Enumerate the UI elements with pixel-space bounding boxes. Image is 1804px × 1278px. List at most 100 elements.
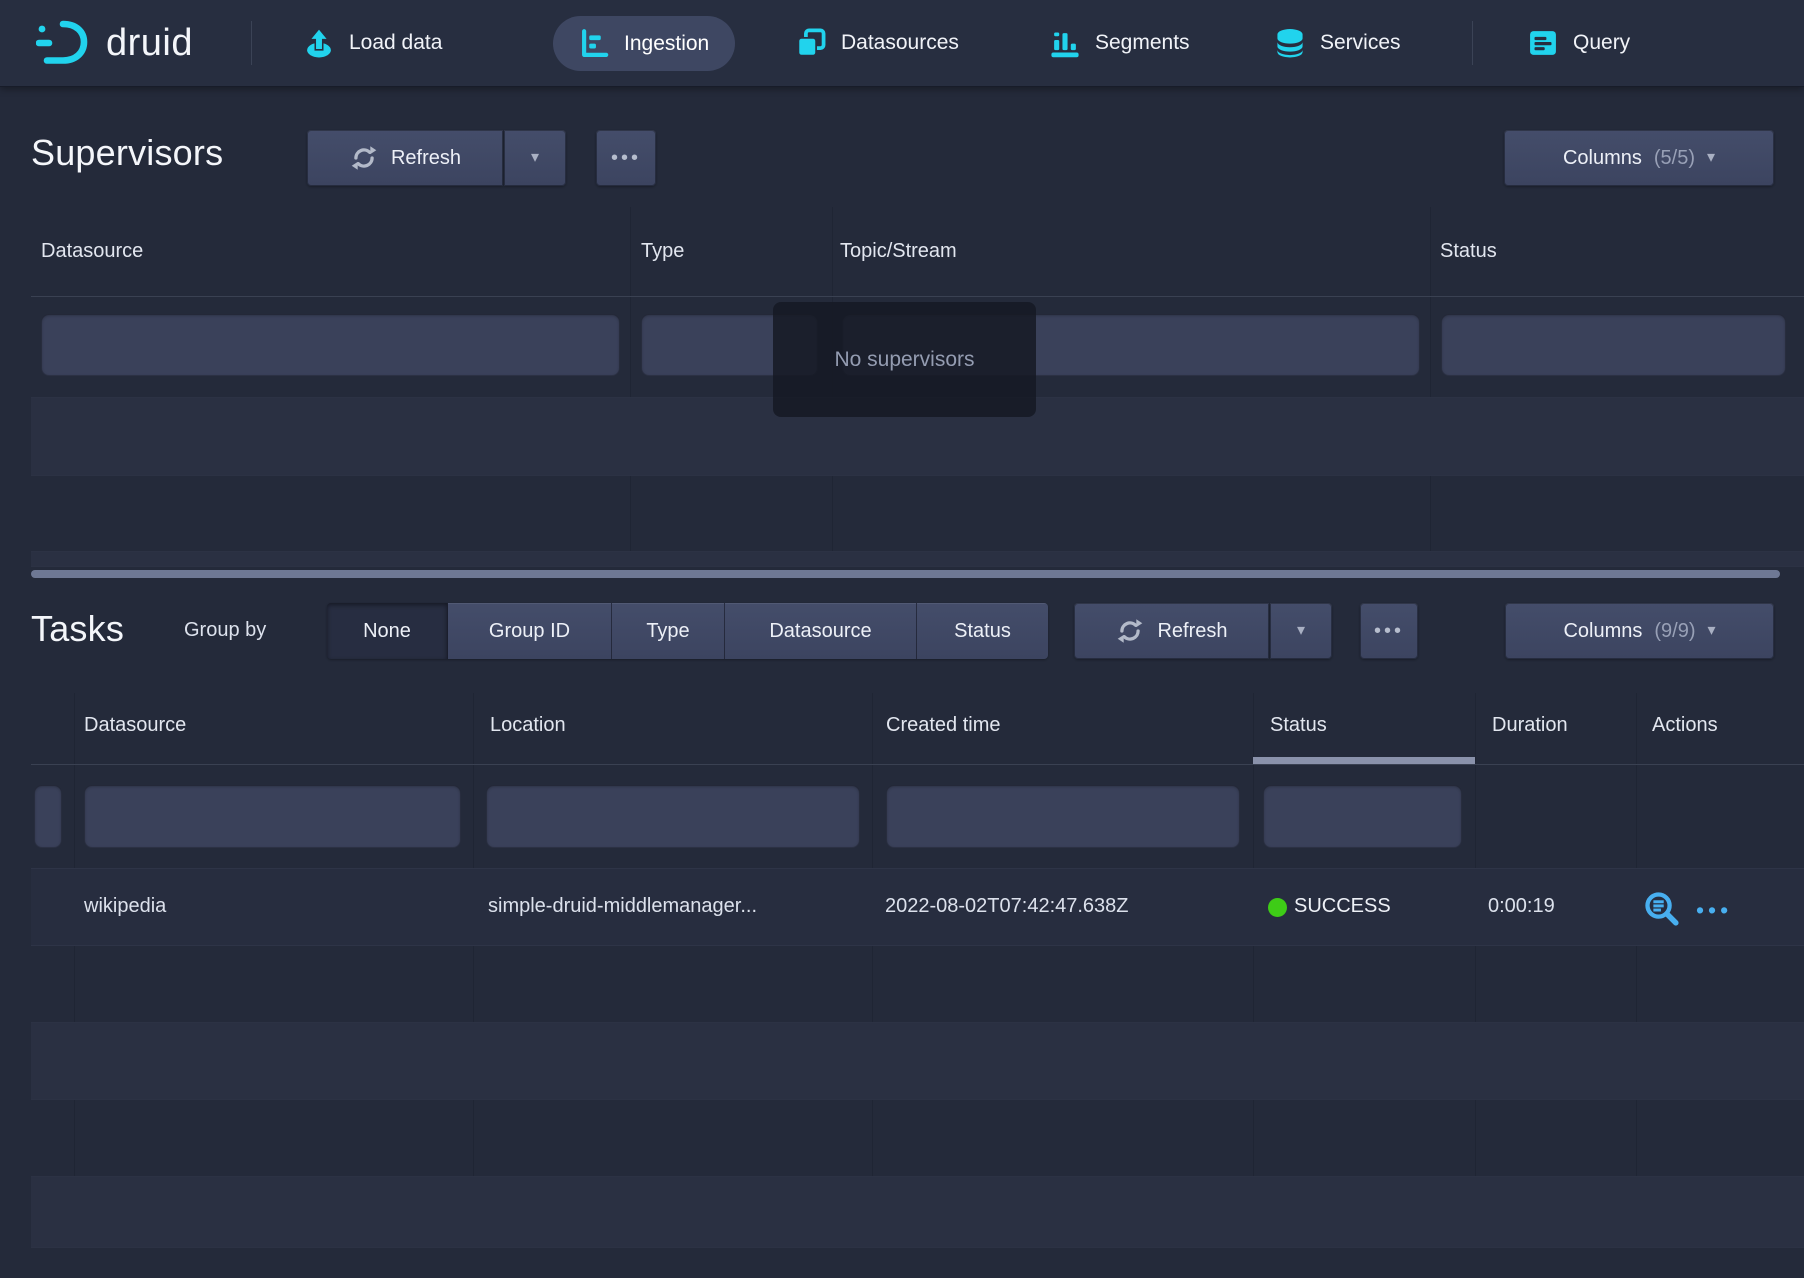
- row-border: [31, 566, 1804, 567]
- tasks-filter-created-time[interactable]: [886, 785, 1240, 848]
- group-by-option-label: Group ID: [489, 620, 570, 643]
- tasks-filter-status[interactable]: [1263, 785, 1462, 848]
- table-row: [31, 1023, 1804, 1099]
- nav-item-label: Ingestion: [624, 32, 709, 56]
- group-by-button-group: None Group ID Type Datasource Status: [327, 603, 1048, 659]
- group-by-option-label: Status: [954, 620, 1011, 643]
- bar-chart-icon: [1048, 26, 1082, 60]
- supervisors-filter-datasource[interactable]: [41, 314, 620, 376]
- druid-logo-icon: [36, 18, 94, 68]
- column-divider: [74, 693, 75, 1247]
- tasks-title: Tasks: [31, 608, 124, 650]
- tasks-filter-mini[interactable]: [34, 785, 62, 848]
- tasks-more-button[interactable]: •••: [1360, 603, 1418, 659]
- tasks-filter-datasource[interactable]: [84, 785, 461, 848]
- group-by-option-label: Type: [646, 620, 689, 643]
- group-by-none-button[interactable]: None: [327, 603, 448, 659]
- columns-label: Columns: [1563, 620, 1642, 643]
- nav-item-services[interactable]: Services: [1273, 0, 1401, 86]
- database-icon: [1273, 26, 1307, 60]
- chevron-down-icon: ▾: [531, 150, 539, 166]
- group-by-group-id-button[interactable]: Group ID: [448, 603, 612, 659]
- columns-count: (5/5): [1654, 147, 1695, 170]
- group-by-type-button[interactable]: Type: [612, 603, 725, 659]
- tasks-header-location[interactable]: Location: [490, 714, 566, 737]
- refresh-label: Refresh: [1157, 620, 1227, 643]
- table-row: [31, 552, 1804, 566]
- nav-item-query[interactable]: Query: [1526, 0, 1630, 86]
- supervisors-columns-button[interactable]: Columns (5/5) ▾: [1504, 130, 1774, 186]
- gantt-chart-icon: [579, 28, 611, 60]
- tasks-columns-button[interactable]: Columns (9/9) ▾: [1505, 603, 1774, 659]
- row-border: [31, 1247, 1804, 1248]
- nav-divider: [251, 21, 252, 65]
- table-row: [31, 1177, 1804, 1247]
- tasks-header-datasource[interactable]: Datasource: [84, 714, 186, 737]
- group-by-datasource-button[interactable]: Datasource: [725, 603, 917, 659]
- columns-label: Columns: [1563, 147, 1642, 170]
- chevron-down-icon: ▾: [1708, 623, 1716, 639]
- tasks-header-status[interactable]: Status: [1270, 714, 1327, 737]
- row-border: [31, 475, 1804, 476]
- empty-message-text: No supervisors: [834, 348, 974, 372]
- column-divider: [1430, 207, 1431, 566]
- column-divider: [872, 693, 873, 1247]
- tasks-refresh-button[interactable]: Refresh: [1074, 603, 1269, 659]
- refresh-icon: [349, 143, 379, 173]
- header-border: [31, 296, 1804, 297]
- nav-item-datasources[interactable]: Datasources: [794, 0, 959, 86]
- supervisors-refresh-button[interactable]: Refresh: [307, 130, 503, 186]
- tasks-header-duration[interactable]: Duration: [1492, 714, 1568, 737]
- druid-console: { "nav": { "brand": "druid", "items": [ …: [0, 0, 1804, 1278]
- task-detail-search-icon[interactable]: [1643, 890, 1681, 928]
- tasks-header-actions[interactable]: Actions: [1652, 714, 1718, 737]
- chevron-down-icon: ▾: [1707, 150, 1715, 166]
- nav-item-load-data[interactable]: Load data: [302, 0, 442, 86]
- nav-item-segments[interactable]: Segments: [1048, 0, 1190, 86]
- supervisors-refresh-dropdown-button[interactable]: ▾: [504, 130, 566, 186]
- tasks-refresh-dropdown-button[interactable]: ▾: [1270, 603, 1332, 659]
- horizontal-scrollbar[interactable]: [31, 570, 1780, 578]
- nav-item-ingestion[interactable]: Ingestion: [553, 16, 735, 71]
- column-divider: [473, 693, 474, 1247]
- refresh-label: Refresh: [391, 147, 461, 170]
- upload-icon: [302, 26, 336, 60]
- tasks-header-created-time[interactable]: Created time: [886, 714, 1001, 737]
- task-datasource-cell: wikipedia: [84, 895, 166, 918]
- status-sort-indicator: [1253, 757, 1475, 764]
- task-created-time-cell: 2022-08-02T07:42:47.638Z: [885, 895, 1129, 918]
- column-divider: [630, 207, 631, 566]
- task-status-cell: SUCCESS: [1294, 895, 1391, 918]
- more-icon: •••: [611, 148, 641, 168]
- top-nav: druid Load data Ingestion Datasources: [0, 0, 1804, 86]
- supervisors-header-topic-stream[interactable]: Topic/Stream: [840, 240, 957, 263]
- refresh-icon: [1115, 616, 1145, 646]
- supervisors-more-button[interactable]: •••: [596, 130, 656, 186]
- group-by-option-label: None: [363, 620, 411, 643]
- query-document-icon: [1526, 26, 1560, 60]
- nav-divider: [1472, 21, 1473, 65]
- row-border: [31, 1099, 1804, 1100]
- tasks-filter-location[interactable]: [486, 785, 860, 848]
- nav-item-label: Segments: [1095, 31, 1190, 55]
- group-by-status-button[interactable]: Status: [917, 603, 1048, 659]
- no-supervisors-message: No supervisors: [773, 302, 1036, 417]
- supervisors-header-datasource[interactable]: Datasource: [41, 240, 143, 263]
- columns-count: (9/9): [1654, 620, 1695, 643]
- supervisors-title: Supervisors: [31, 132, 223, 174]
- chevron-down-icon: ▾: [1297, 623, 1305, 639]
- task-location-cell: simple-druid-middlemanager...: [488, 895, 757, 918]
- brand-name: druid: [106, 22, 193, 65]
- supervisors-header-type[interactable]: Type: [641, 240, 684, 263]
- nav-item-label: Query: [1573, 31, 1630, 55]
- supervisors-filter-status[interactable]: [1441, 314, 1786, 376]
- stacked-layers-icon: [794, 26, 828, 60]
- column-divider: [1475, 693, 1476, 1247]
- nav-item-label: Services: [1320, 31, 1401, 55]
- nav-item-label: Load data: [349, 31, 442, 55]
- group-by-label: Group by: [184, 619, 266, 642]
- brand[interactable]: druid: [36, 0, 193, 86]
- supervisors-header-status[interactable]: Status: [1440, 240, 1497, 263]
- task-actions-menu-button[interactable]: •••: [1696, 899, 1732, 922]
- header-border: [31, 764, 1804, 765]
